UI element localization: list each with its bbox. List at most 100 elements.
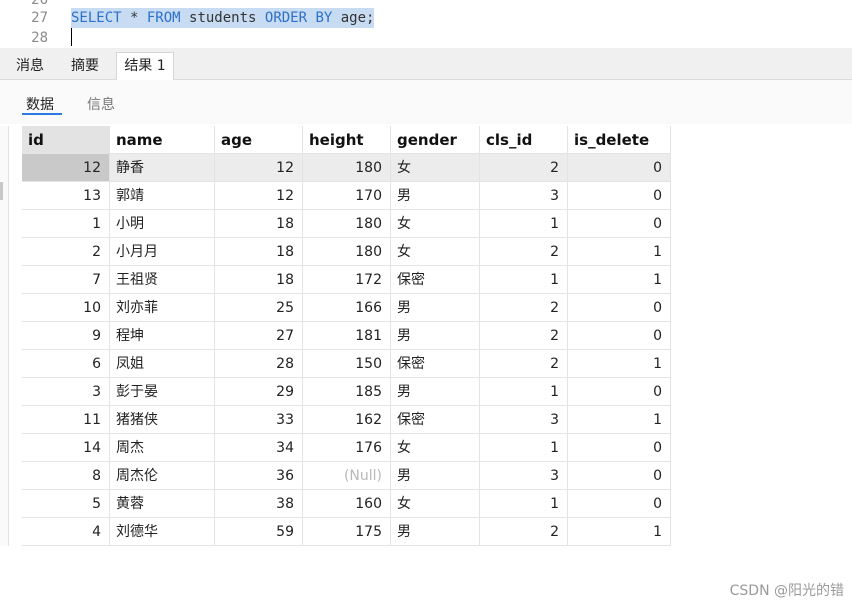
column-header-height[interactable]: height [303, 126, 391, 154]
cell-id[interactable]: 14 [22, 434, 110, 462]
subtab-info[interactable]: 信息 [87, 94, 115, 114]
cell-is-delete[interactable]: 0 [568, 462, 671, 490]
cell-cls-id[interactable]: 2 [480, 350, 568, 378]
cell-id[interactable]: 8 [22, 462, 110, 490]
column-header-gender[interactable]: gender [391, 126, 480, 154]
tab-messages[interactable]: 消息 [6, 53, 54, 79]
cell-height[interactable]: 180 [303, 238, 391, 266]
cell-is-delete[interactable]: 0 [568, 294, 671, 322]
cell-is-delete[interactable]: 0 [568, 378, 671, 406]
cell-cls-id[interactable]: 2 [480, 518, 568, 546]
cell-id[interactable]: 2 [22, 238, 110, 266]
cell-is-delete[interactable]: 1 [568, 518, 671, 546]
cell-gender[interactable]: 女 [391, 238, 480, 266]
cell-id[interactable]: 12 [22, 154, 110, 182]
cell-id[interactable]: 5 [22, 490, 110, 518]
cell-height[interactable]: 150 [303, 350, 391, 378]
cell-height[interactable]: 185 [303, 378, 391, 406]
cell-id[interactable]: 6 [22, 350, 110, 378]
cell-id[interactable]: 7 [22, 266, 110, 294]
cell-cls-id[interactable]: 3 [480, 182, 568, 210]
cell-name[interactable]: 郭靖 [110, 182, 215, 210]
cell-id[interactable]: 10 [22, 294, 110, 322]
cell-name[interactable]: 周杰伦 [110, 462, 215, 490]
cell-cls-id[interactable]: 1 [480, 490, 568, 518]
cell-age[interactable]: 28 [215, 350, 303, 378]
cell-age[interactable]: 59 [215, 518, 303, 546]
cell-gender[interactable]: 女 [391, 210, 480, 238]
cell-name[interactable]: 王祖贤 [110, 266, 215, 294]
cell-cls-id[interactable]: 2 [480, 154, 568, 182]
cell-age[interactable]: 29 [215, 378, 303, 406]
cell-cls-id[interactable]: 1 [480, 434, 568, 462]
cell-id[interactable]: 3 [22, 378, 110, 406]
cell-gender[interactable]: 保密 [391, 266, 480, 294]
subtab-data[interactable]: 数据 [26, 94, 54, 114]
cell-is-delete[interactable]: 0 [568, 434, 671, 462]
cell-gender[interactable]: 保密 [391, 350, 480, 378]
cell-height[interactable]: 160 [303, 490, 391, 518]
cell-is-delete[interactable]: 0 [568, 182, 671, 210]
cell-is-delete[interactable]: 0 [568, 210, 671, 238]
cell-name[interactable]: 周杰 [110, 434, 215, 462]
cell-name[interactable]: 程坤 [110, 322, 215, 350]
cell-age[interactable]: 18 [215, 238, 303, 266]
cell-cls-id[interactable]: 2 [480, 238, 568, 266]
cell-gender[interactable]: 女 [391, 434, 480, 462]
cell-name[interactable]: 黄蓉 [110, 490, 215, 518]
cell-age[interactable]: 12 [215, 154, 303, 182]
cell-gender[interactable]: 男 [391, 322, 480, 350]
cell-age[interactable]: 18 [215, 266, 303, 294]
column-header-is-delete[interactable]: is_delete [568, 126, 671, 154]
cell-gender[interactable]: 男 [391, 182, 480, 210]
sql-statement[interactable]: SELECT * FROM students ORDER BY age; [71, 8, 375, 28]
column-header-cls-id[interactable]: cls_id [480, 126, 568, 154]
cell-gender[interactable]: 保密 [391, 406, 480, 434]
cell-height[interactable]: 180 [303, 154, 391, 182]
column-header-name[interactable]: name [110, 126, 215, 154]
cell-name[interactable]: 刘德华 [110, 518, 215, 546]
cell-name[interactable]: 刘亦菲 [110, 294, 215, 322]
cell-age[interactable]: 25 [215, 294, 303, 322]
cell-id[interactable]: 13 [22, 182, 110, 210]
cell-name[interactable]: 小月月 [110, 238, 215, 266]
cell-height[interactable]: (Null) [303, 462, 391, 490]
cell-height[interactable]: 166 [303, 294, 391, 322]
cell-id[interactable]: 4 [22, 518, 110, 546]
cell-cls-id[interactable]: 1 [480, 266, 568, 294]
cell-gender[interactable]: 男 [391, 378, 480, 406]
cell-height[interactable]: 172 [303, 266, 391, 294]
cell-is-delete[interactable]: 0 [568, 154, 671, 182]
cell-gender[interactable]: 女 [391, 490, 480, 518]
cell-height[interactable]: 162 [303, 406, 391, 434]
cell-height[interactable]: 176 [303, 434, 391, 462]
cell-cls-id[interactable]: 2 [480, 294, 568, 322]
cell-cls-id[interactable]: 1 [480, 378, 568, 406]
cell-age[interactable]: 34 [215, 434, 303, 462]
cell-gender[interactable]: 男 [391, 294, 480, 322]
cell-cls-id[interactable]: 1 [480, 210, 568, 238]
tab-result-1[interactable]: 结果 1 [116, 52, 174, 80]
cell-age[interactable]: 38 [215, 490, 303, 518]
column-header-age[interactable]: age [215, 126, 303, 154]
cell-cls-id[interactable]: 3 [480, 406, 568, 434]
cell-id[interactable]: 1 [22, 210, 110, 238]
cell-name[interactable]: 凤姐 [110, 350, 215, 378]
cell-is-delete[interactable]: 0 [568, 322, 671, 350]
cell-gender[interactable]: 男 [391, 462, 480, 490]
cell-age[interactable]: 27 [215, 322, 303, 350]
cell-height[interactable]: 180 [303, 210, 391, 238]
cell-gender[interactable]: 女 [391, 154, 480, 182]
cell-age[interactable]: 33 [215, 406, 303, 434]
cell-id[interactable]: 9 [22, 322, 110, 350]
cell-is-delete[interactable]: 1 [568, 266, 671, 294]
tab-summary[interactable]: 摘要 [60, 53, 110, 79]
cell-cls-id[interactable]: 3 [480, 462, 568, 490]
cell-cls-id[interactable]: 2 [480, 322, 568, 350]
cell-is-delete[interactable]: 1 [568, 406, 671, 434]
column-header-id[interactable]: id [22, 126, 110, 154]
cell-is-delete[interactable]: 0 [568, 490, 671, 518]
cell-is-delete[interactable]: 1 [568, 238, 671, 266]
cell-gender[interactable]: 男 [391, 518, 480, 546]
sql-editor[interactable]: 26 27 SELECT * FROM students ORDER BY ag… [0, 0, 852, 48]
